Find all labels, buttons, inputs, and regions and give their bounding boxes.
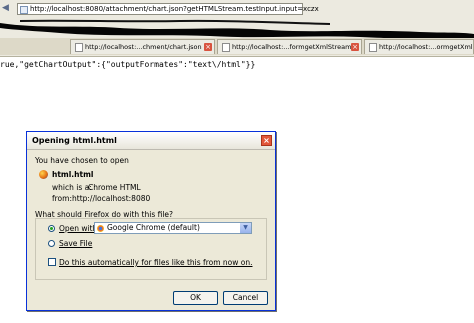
document-icon [75,43,83,52]
document-icon [369,43,377,52]
open-with-app-select[interactable]: Google Chrome (default) ▼ [94,222,252,234]
ok-button[interactable]: OK [173,291,218,305]
back-arrow-icon[interactable]: ◀ [2,3,9,14]
tab-formgetxmlstream[interactable]: http://localhost:...formgetXmlStream × [217,39,362,54]
page-json-text: rue,"getChartOutput":{"outputFormates":"… [0,60,256,69]
from-label: from: [52,194,72,203]
open-with-app-value: Google Chrome (default) [107,223,200,232]
dialog-title: Opening html.html [32,136,117,145]
url-text: http://localhost:8080/attachment/chart.j… [30,5,319,13]
which-is-label: which is a: [52,183,92,192]
tab-strip: http://localhost:...chment/chart.json × … [0,38,474,55]
save-file-label[interactable]: Save File [59,239,92,248]
close-icon[interactable]: × [261,135,272,146]
page-favicon-icon [20,6,28,14]
browser-toolbar: ◀ http://localhost:8080/attachment/chart… [0,0,474,57]
open-with-radio[interactable] [48,225,55,232]
tab-label: http://localhost:...ormgetXmlStrea [379,43,473,51]
chevron-down-icon[interactable]: ▼ [240,223,251,233]
which-is-value: Chrome HTML [88,183,141,192]
file-name: html.html [52,170,94,179]
close-tab-icon[interactable]: × [204,43,212,51]
auto-checkbox[interactable] [48,258,56,266]
tab-ormgetxmlstrea[interactable]: http://localhost:...ormgetXmlStrea [364,39,474,54]
tab-label: http://localhost:...formgetXmlStream [232,43,352,51]
dialog-titlebar[interactable]: Opening html.html × [27,132,275,150]
url-bar[interactable]: http://localhost:8080/attachment/chart.j… [17,3,319,15]
cancel-button[interactable]: Cancel [223,291,268,305]
chrome-icon [97,225,104,232]
tab-chart-json[interactable]: http://localhost:...chment/chart.json × [70,39,215,54]
save-file-radio[interactable] [48,240,55,247]
auto-label[interactable]: Do this automatically for files like thi… [59,258,252,267]
document-icon [222,43,230,52]
open-with-label[interactable]: Open with [59,224,97,233]
tab-label: http://localhost:...chment/chart.json [85,43,202,51]
from-value: http://localhost:8080 [72,194,151,203]
chrome-html-file-icon [39,170,48,179]
chosen-label: You have chosen to open [35,156,129,165]
opening-file-dialog: Opening html.html × You have chosen to o… [26,131,276,311]
close-tab-icon[interactable]: × [351,43,359,51]
